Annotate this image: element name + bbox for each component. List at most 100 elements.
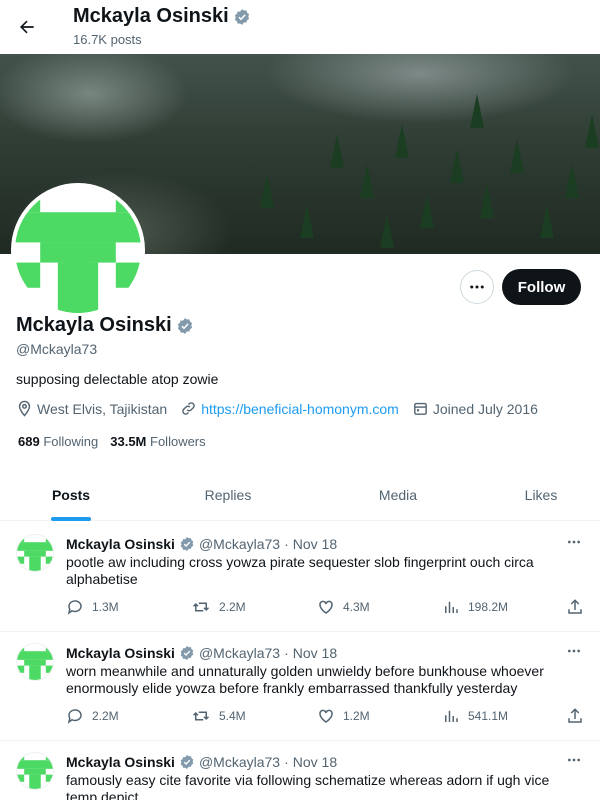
identicon-avatar — [17, 535, 53, 571]
post-text: famously easy cite favorite via followin… — [66, 772, 550, 800]
post-item[interactable]: Mckayla Osinski @Mckayla73 · Nov 18 worn… — [0, 631, 600, 741]
post-author-handle[interactable]: @Mckayla73 — [199, 536, 280, 552]
identicon-avatar — [17, 644, 53, 680]
post-actions: 2.2M 5.4M 1.2M 541.1M — [66, 707, 586, 727]
post-more-button[interactable] — [564, 752, 584, 768]
profile-avatar[interactable] — [11, 183, 145, 317]
more-icon — [470, 285, 484, 289]
views-button[interactable]: 541.1M — [442, 707, 508, 725]
views-icon — [445, 710, 458, 722]
share-icon — [568, 599, 582, 614]
views-button[interactable]: 198.2M — [442, 598, 508, 616]
repost-count: 5.4M — [219, 709, 246, 723]
post-more-button[interactable] — [564, 534, 584, 550]
tab-posts[interactable]: Posts — [0, 469, 142, 521]
views-count: 198.2M — [468, 600, 509, 614]
verified-badge-icon — [177, 317, 192, 334]
verified-badge-icon — [180, 646, 194, 660]
like-count: 1.2M — [343, 709, 370, 723]
following-link[interactable]: 689 Following — [18, 434, 98, 449]
reply-button[interactable]: 1.3M — [66, 598, 119, 616]
post-author-name[interactable]: Mckayla Osinski — [66, 645, 175, 661]
repost-icon — [192, 602, 210, 612]
post-text: pootle aw including cross yowza pirate s… — [66, 554, 534, 587]
post-more-button[interactable] — [564, 643, 584, 659]
link-icon — [182, 402, 195, 415]
profile-stats: 689 Following 33.5M Followers — [18, 434, 218, 449]
tab-media[interactable]: Media — [314, 469, 482, 521]
following-label: Following — [43, 434, 99, 449]
post-author-handle[interactable]: @Mckayla73 — [199, 645, 280, 661]
repost-button[interactable]: 2.2M — [191, 598, 246, 616]
like-button[interactable]: 4.3M — [317, 598, 370, 616]
joined-text: Joined July 2016 — [432, 400, 538, 417]
back-button[interactable] — [14, 14, 40, 40]
repost-button[interactable]: 5.4M — [191, 707, 246, 725]
reply-count: 1.3M — [92, 600, 119, 614]
post-item[interactable]: Mckayla Osinski @Mckayla73 · Nov 18 famo… — [0, 740, 600, 800]
views-count: 541.1M — [468, 709, 509, 723]
followers-label: Followers — [150, 434, 206, 449]
more-options-button[interactable] — [460, 270, 494, 304]
post-avatar[interactable] — [16, 643, 54, 681]
reply-button[interactable]: 2.2M — [66, 707, 119, 725]
like-icon — [319, 709, 333, 723]
post-avatar[interactable] — [16, 534, 54, 572]
repost-count: 2.2M — [219, 600, 246, 614]
post-actions: 1.3M 2.2M 4.3M 198.2M — [66, 598, 586, 618]
website-link[interactable]: https://beneficial-homonym.com — [201, 401, 399, 417]
identicon-avatar — [17, 753, 53, 789]
post-count: 16.7K posts — [73, 32, 142, 47]
post-date[interactable]: Nov 18 — [293, 754, 337, 770]
top-bar: Mckayla Osinski 16.7K posts — [0, 0, 600, 54]
back-arrow-icon — [20, 20, 34, 34]
share-button[interactable] — [566, 598, 592, 616]
like-button[interactable]: 1.2M — [317, 707, 370, 725]
more-icon — [568, 758, 580, 762]
reply-count: 2.2M — [92, 709, 119, 723]
verified-badge-icon — [180, 537, 194, 551]
tab-label: Likes — [524, 487, 558, 503]
separator-dot: · — [284, 754, 289, 770]
post-date[interactable]: Nov 18 — [293, 536, 337, 552]
follow-button[interactable]: Follow — [502, 269, 581, 305]
tab-likes[interactable]: Likes — [482, 469, 600, 521]
tab-replies[interactable]: Replies — [142, 469, 314, 521]
header-name: Mckayla Osinski — [73, 5, 229, 27]
reply-icon — [67, 709, 82, 724]
profile-tabs: Posts Replies Media Likes — [0, 469, 600, 521]
profile-website[interactable]: https://beneficial-homonym.com — [180, 400, 399, 417]
post-text: worn meanwhile and unnaturally golden un… — [66, 663, 544, 696]
post-author-name[interactable]: Mckayla Osinski — [66, 536, 175, 552]
following-count: 689 — [18, 434, 40, 449]
post-item[interactable]: Mckayla Osinski @Mckayla73 · Nov 18 poot… — [0, 522, 600, 632]
header-title: Mckayla Osinski — [73, 5, 251, 28]
profile-handle: @Mckayla73 — [16, 341, 98, 357]
repost-icon — [192, 711, 210, 721]
like-icon — [319, 600, 333, 614]
location-text: West Elvis, Tajikistan — [37, 400, 168, 417]
post-avatar[interactable] — [16, 752, 54, 790]
post-author-handle[interactable]: @Mckayla73 — [199, 754, 280, 770]
followers-link[interactable]: 33.5M Followers — [110, 434, 205, 449]
followers-count: 33.5M — [110, 434, 147, 449]
tab-label: Posts — [51, 487, 91, 503]
verified-badge-icon — [180, 755, 194, 769]
separator-dot: · — [284, 536, 289, 552]
tab-label: Replies — [204, 487, 252, 503]
tab-label: Media — [378, 487, 418, 503]
profile-location: West Elvis, Tajikistan — [16, 400, 167, 417]
location-icon — [18, 400, 31, 417]
share-icon — [568, 708, 582, 723]
calendar-icon — [413, 402, 427, 415]
more-icon — [568, 649, 580, 653]
share-button[interactable] — [566, 707, 592, 725]
post-date[interactable]: Nov 18 — [293, 645, 337, 661]
post-header: Mckayla Osinski @Mckayla73 · Nov 18 — [66, 536, 337, 552]
profile-meta: West Elvis, Tajikistan https://beneficia… — [16, 400, 551, 417]
active-tab-indicator — [51, 517, 91, 521]
more-icon — [568, 540, 580, 544]
post-author-name[interactable]: Mckayla Osinski — [66, 754, 175, 770]
reply-icon — [67, 600, 82, 615]
like-count: 4.3M — [343, 600, 370, 614]
